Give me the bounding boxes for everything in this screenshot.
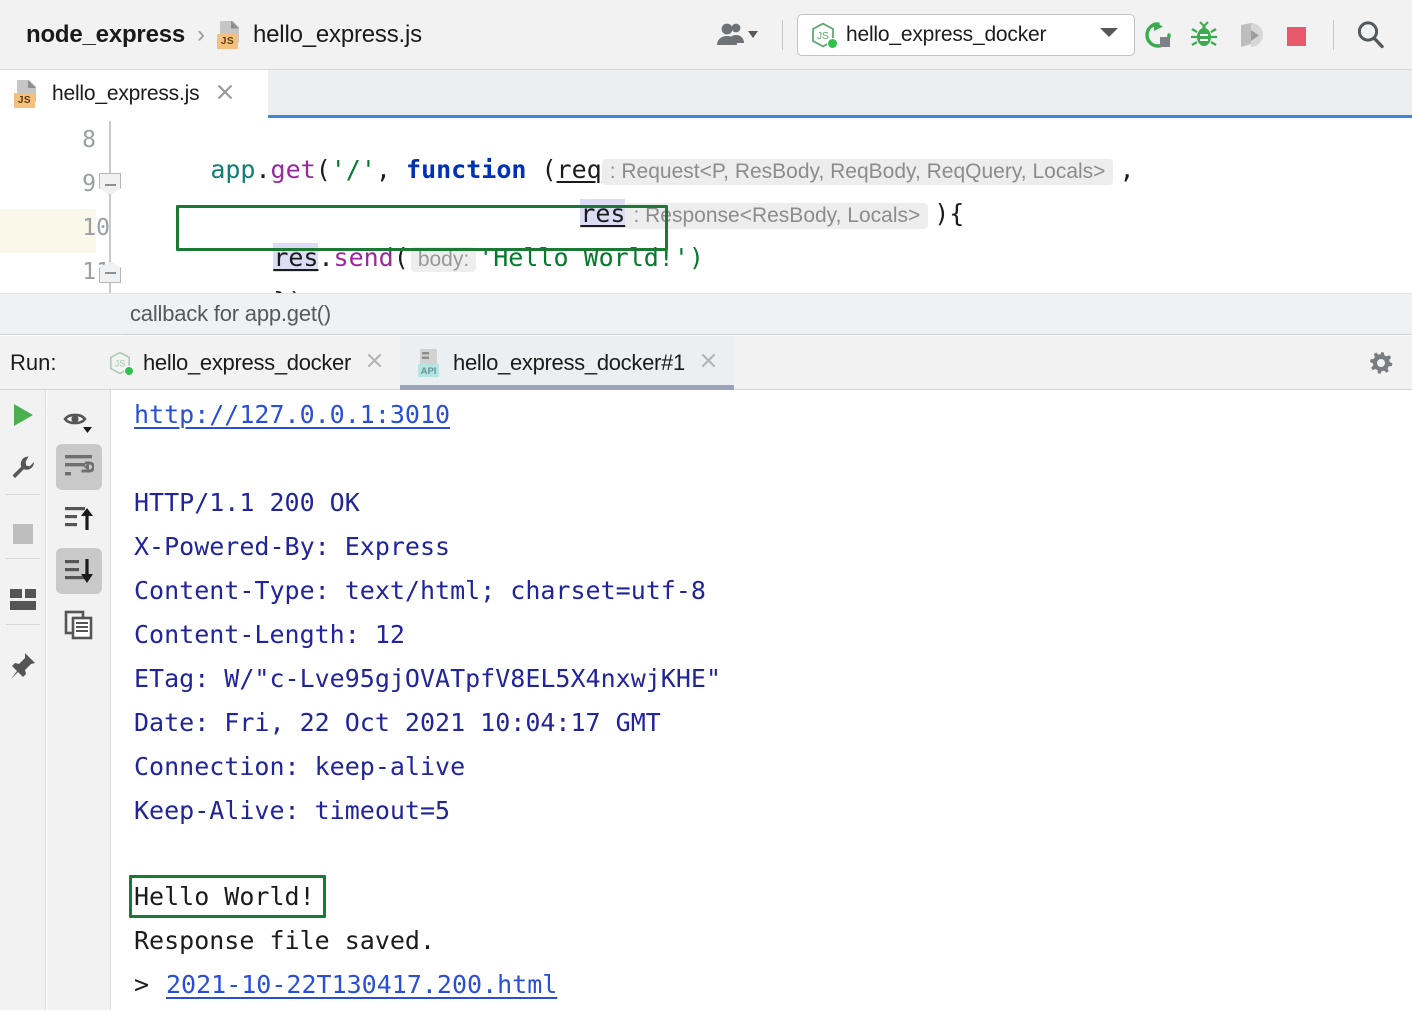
search-everywhere-button[interactable]	[1348, 12, 1394, 58]
console-view-toolbar	[47, 390, 111, 1010]
console-header-content-type: Content-Type: text/html; charset=utf-8	[134, 576, 706, 605]
editor-breadcrumb-text: callback for app.get()	[130, 301, 331, 327]
code-token-comma: ,	[376, 155, 406, 184]
console-header-connection: Connection: keep-alive	[134, 752, 465, 781]
run-tab-label: hello_express_docker#1	[453, 350, 685, 376]
close-icon[interactable]	[365, 351, 384, 375]
edit-configuration-button[interactable]	[1, 445, 45, 489]
rerun-button[interactable]	[1, 393, 45, 437]
console-saved-prefix: >	[134, 970, 149, 999]
print-button[interactable]	[56, 602, 102, 648]
svg-text:API: API	[421, 366, 437, 377]
console-header-keep-alive: Keep-Alive: timeout=5	[134, 796, 450, 825]
scroll-to-end-button[interactable]	[56, 548, 102, 594]
ide-window: node_express › JS hello_express.js	[0, 0, 1412, 1010]
code-token-paren: (	[316, 155, 331, 184]
editor-breadcrumb-bar: callback for app.get()	[0, 293, 1412, 335]
nodejs-run-config-icon: JS	[108, 351, 132, 375]
toolbar-divider	[6, 494, 40, 495]
scroll-to-top-button[interactable]	[56, 496, 102, 542]
run-tab-hello-express-docker-1[interactable]: API hello_express_docker#1	[400, 336, 734, 390]
console-header-date: Date: Fri, 22 Oct 2021 10:04:17 GMT	[134, 708, 661, 737]
svg-text:JS: JS	[115, 358, 126, 368]
line-number-9: 9	[82, 171, 96, 197]
run-configuration-selector[interactable]: JS hello_express_docker	[797, 14, 1135, 56]
code-token-dot-10: .	[318, 243, 333, 272]
code-token-close-10: )	[689, 243, 704, 272]
rerun-button[interactable]	[1135, 12, 1181, 58]
code-token-send: send	[334, 243, 394, 272]
code-token-tail: ,	[1119, 155, 1134, 184]
main-toolbar: node_express › JS hello_express.js	[0, 0, 1412, 70]
code-token-hello-string: 'Hello World!'	[478, 243, 689, 272]
console-response-body: Hello World!	[134, 882, 315, 911]
gear-icon	[1366, 348, 1396, 378]
console-header-content-length: Content-Length: 12	[134, 620, 405, 649]
people-icon[interactable]	[704, 12, 768, 58]
chevron-down-icon	[1098, 25, 1120, 44]
run-actions-toolbar	[0, 390, 46, 1010]
console-header-x-powered-by: X-Powered-By: Express	[134, 532, 450, 561]
nodejs-run-config-icon: JS	[810, 22, 836, 48]
run-settings-button[interactable]	[1366, 348, 1412, 378]
toolbar-divider	[782, 20, 783, 50]
code-token-open-10: (	[394, 243, 409, 272]
js-file-icon: JS	[217, 21, 243, 49]
close-icon[interactable]	[215, 82, 235, 107]
code-editor[interactable]: 8 9 10 11 app.get('/', function (req: Re…	[0, 121, 1412, 293]
editor-tab-label: hello_express.js	[52, 82, 199, 106]
close-icon[interactable]	[699, 351, 718, 375]
run-configuration-label: hello_express_docker	[846, 23, 1046, 47]
console-url-link[interactable]: http://127.0.0.1:3010	[134, 400, 450, 429]
run-with-coverage-button[interactable]	[1227, 12, 1273, 58]
toolbar-divider-2	[6, 558, 40, 559]
filter-console-button[interactable]	[57, 399, 101, 443]
editor-tab-strip: JS hello_express.js	[0, 70, 1412, 118]
run-tool-window-title: Run:	[0, 350, 92, 376]
toolbar-actions: JS hello_express_docker	[704, 12, 1412, 58]
inlay-hint-body-param: body:	[411, 247, 476, 272]
breadcrumb-separator-icon: ›	[197, 21, 205, 49]
api-file-icon: API	[416, 348, 442, 378]
toolbar-divider-3	[6, 624, 40, 625]
run-console: http://127.0.0.1:3010 HTTP/1.1 200 OK X-…	[0, 390, 1412, 1010]
code-token-app: app	[210, 155, 255, 184]
console-header-etag: ETag: W/"c-Lve95gjOVATpfV8EL5X4nxwjKHE"	[134, 664, 721, 693]
console-status-line: HTTP/1.1 200 OK	[134, 488, 360, 517]
run-tool-window-header: Run: JS hello_express_docker	[0, 336, 1412, 390]
stop-button[interactable]	[1, 512, 45, 556]
breadcrumb-file[interactable]: hello_express.js	[253, 21, 422, 49]
console-saved-file-link[interactable]: 2021-10-22T130417.200.html	[166, 970, 557, 999]
breadcrumb: node_express › JS hello_express.js	[0, 21, 422, 49]
line-number-8: 8	[82, 127, 96, 153]
code-token-path: '/'	[331, 155, 376, 184]
run-tab-hello-express-docker[interactable]: JS hello_express_docker	[92, 336, 400, 390]
stop-button[interactable]	[1273, 12, 1319, 58]
pin-tab-button[interactable]	[1, 643, 45, 687]
run-tab-label: hello_express_docker	[143, 350, 351, 376]
layout-button[interactable]	[1, 578, 45, 622]
code-token-brace-open: ){	[934, 199, 964, 228]
editor-tab-hello-express-js[interactable]: JS hello_express.js	[0, 70, 268, 118]
debug-button[interactable]	[1181, 12, 1227, 58]
code-token-dot: .	[255, 155, 270, 184]
soft-wrap-button[interactable]	[56, 444, 102, 490]
code-token-get: get	[271, 155, 316, 184]
js-file-icon: JS	[14, 80, 40, 108]
breadcrumb-project[interactable]: node_express	[26, 21, 185, 49]
toolbar-divider-2	[1333, 20, 1334, 50]
console-saved-message: Response file saved.	[134, 926, 435, 955]
